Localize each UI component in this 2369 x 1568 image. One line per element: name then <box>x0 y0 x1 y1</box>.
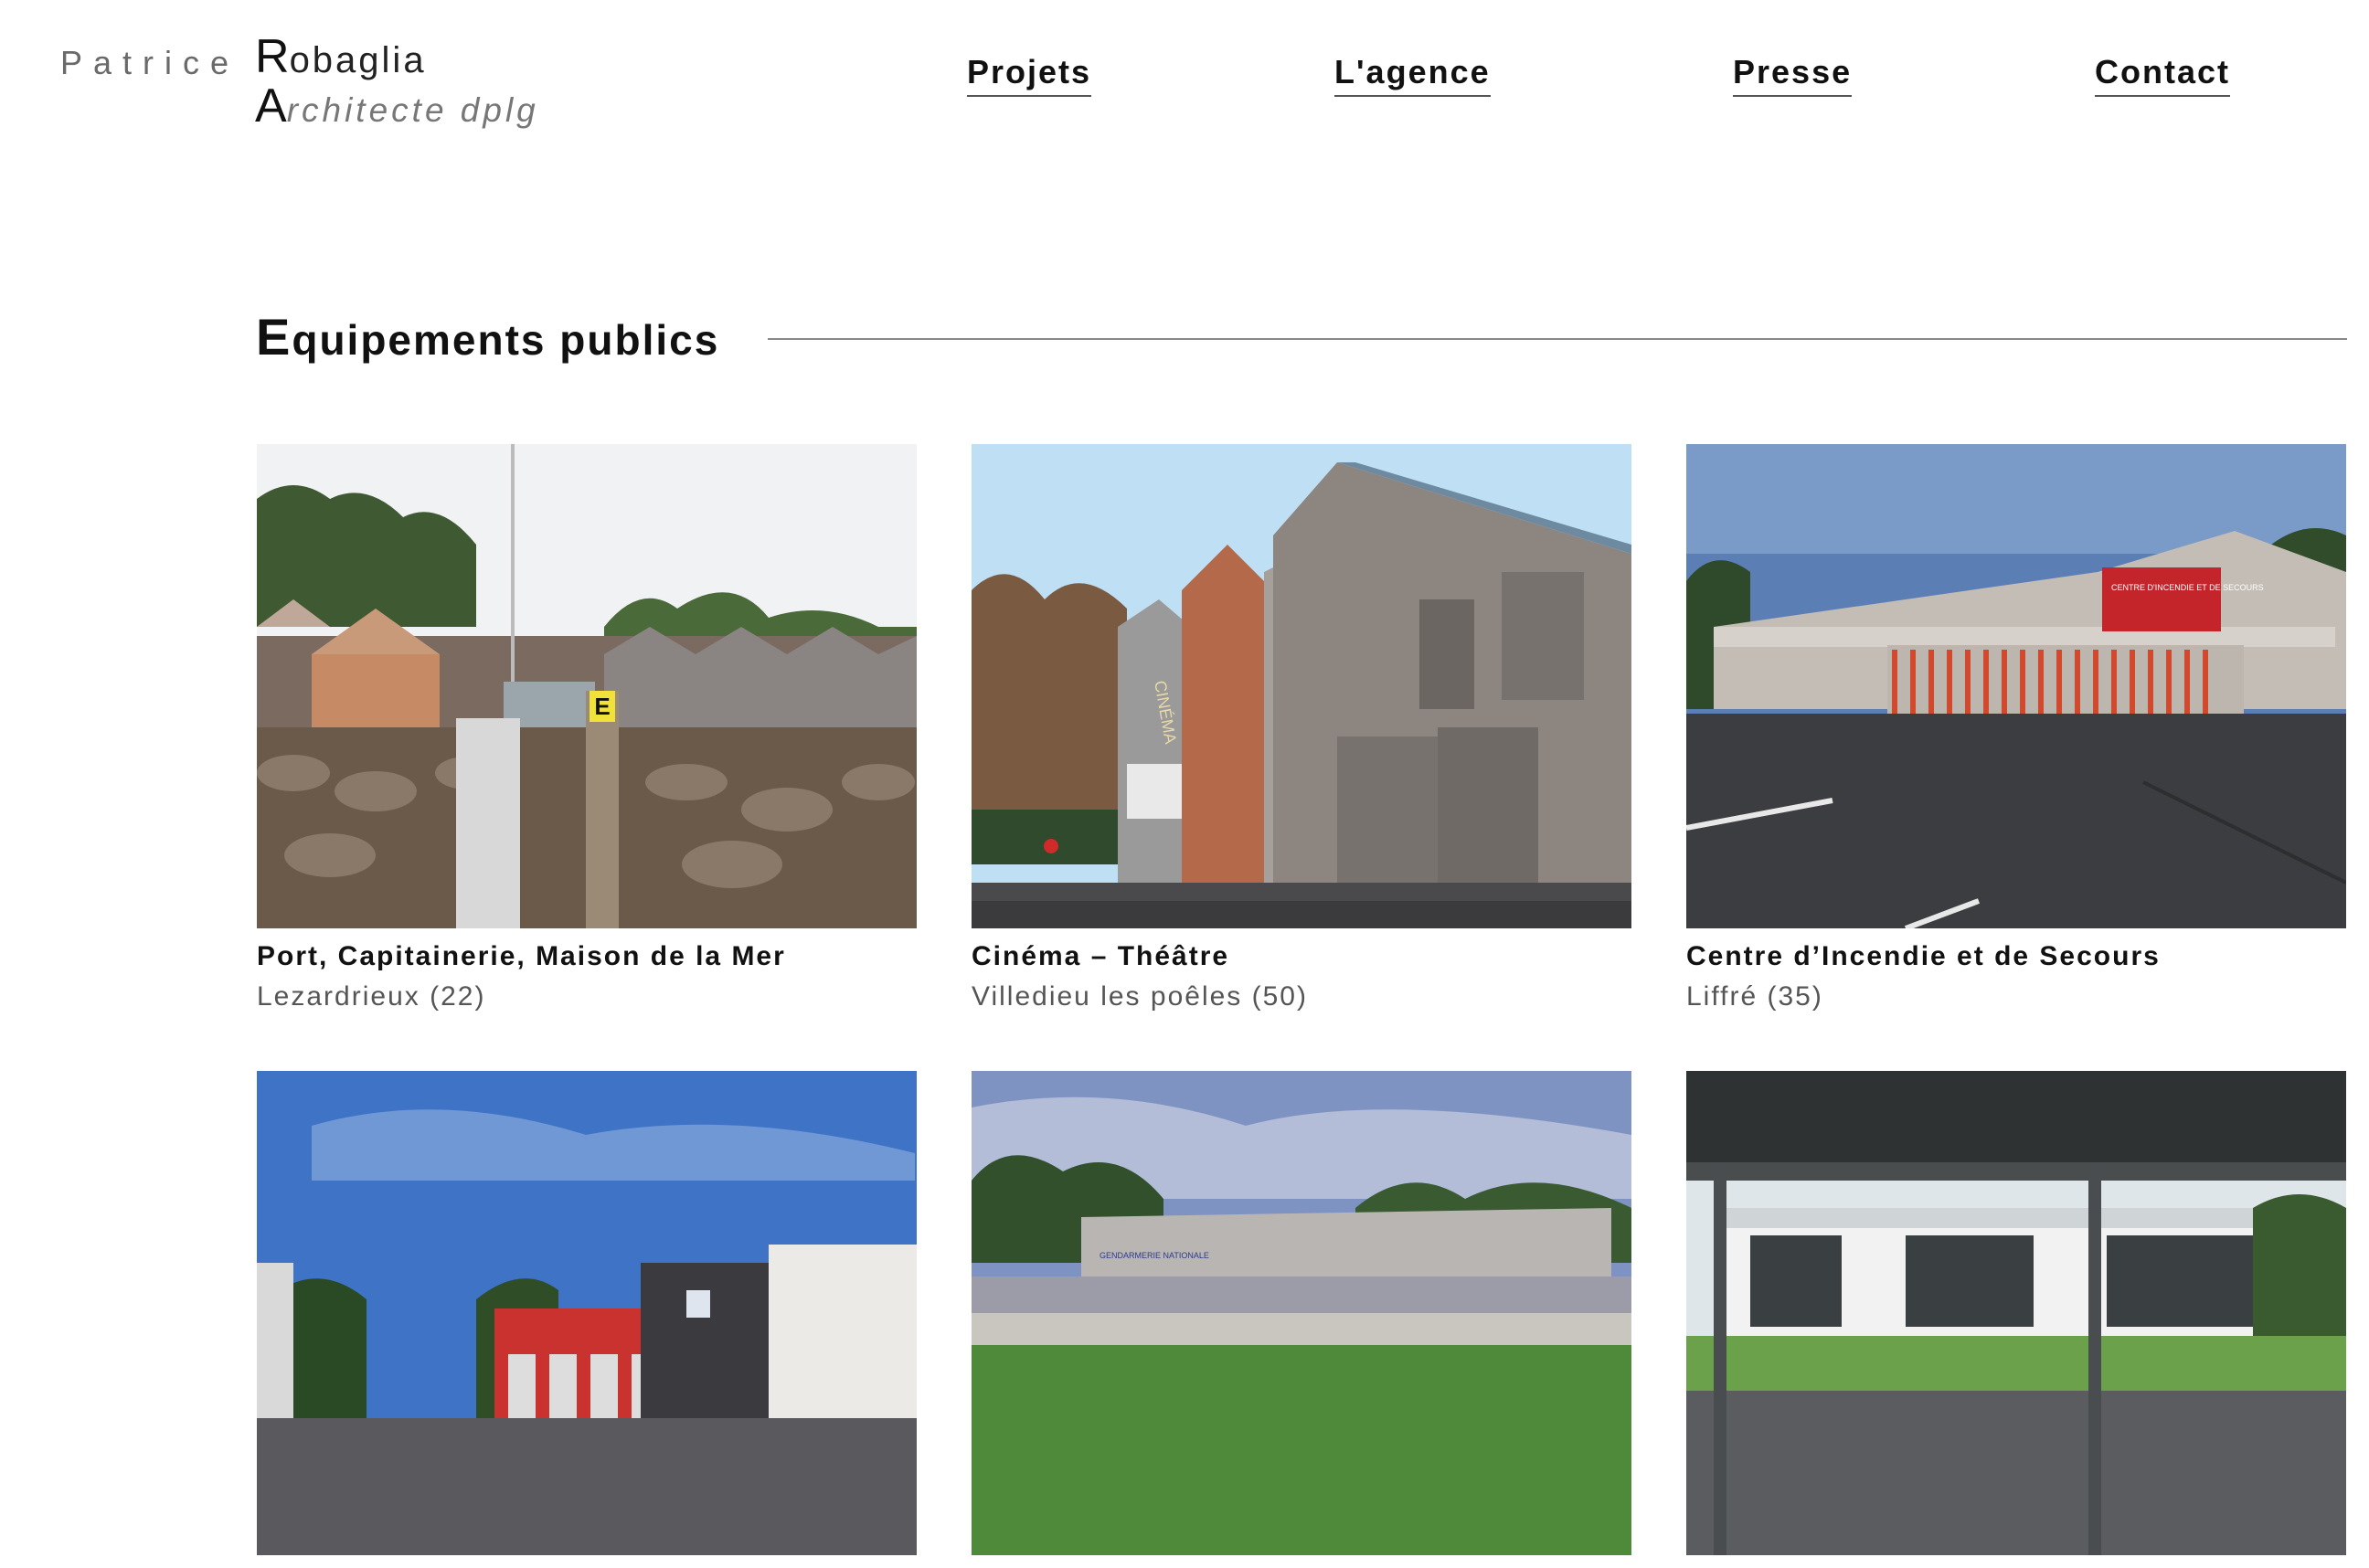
project-thumbnail[interactable]: E <box>257 444 917 928</box>
project-card-4[interactable] <box>257 1071 917 1568</box>
project-thumbnail[interactable]: GENDARMERIE NATIONALE <box>972 1071 1631 1555</box>
project-thumbnail[interactable]: CENTRE D'INCENDIE ET DE SECOURS <box>1686 444 2346 928</box>
project-card-cinema[interactable]: CINÉMA Cinéma – Théâtre Villedieu les po… <box>972 444 1631 1012</box>
project-location: Villedieu les poêles (50) <box>972 981 1308 1012</box>
nav-contact[interactable]: Contact <box>2095 53 2230 97</box>
project-location: Lezardrieux (22) <box>257 981 486 1012</box>
main-nav: Projets L'agence Presse Contact <box>0 53 2369 108</box>
nav-agence[interactable]: L'agence <box>1334 53 1491 97</box>
project-thumbnail[interactable] <box>257 1071 917 1555</box>
project-location: Liffré (35) <box>1686 981 1823 1012</box>
section-divider <box>768 338 2347 340</box>
section-title-initial: E <box>256 308 292 366</box>
project-thumbnail[interactable]: CINÉMA <box>972 444 1631 928</box>
firestation-photo <box>257 1071 917 1555</box>
gendarmerie-photo: GENDARMERIE NATIONALE <box>972 1071 1631 1555</box>
project-title[interactable]: Cinéma – Théâtre <box>972 941 1631 972</box>
cinema-photo: CINÉMA <box>972 444 1631 928</box>
section-title: Equipements publics <box>256 307 719 366</box>
nav-projets[interactable]: Projets <box>967 53 1092 97</box>
gendarmerie-sign: GENDARMERIE NATIONALE <box>1100 1251 1209 1260</box>
project-thumbnail[interactable] <box>1686 1071 2346 1555</box>
nav-presse[interactable]: Presse <box>1733 53 1853 97</box>
project-card-port[interactable]: E Port, Capitainerie, Maison de la Mer L… <box>257 444 917 1012</box>
port-sign-e: E <box>594 693 610 720</box>
project-title[interactable]: Port, Capitainerie, Maison de la Mer <box>257 941 917 972</box>
walkway-photo <box>1686 1071 2346 1555</box>
project-card-5[interactable]: GENDARMERIE NATIONALE <box>972 1071 1631 1568</box>
port-photo: E <box>257 444 917 928</box>
section-title-rest: quipements publics <box>292 316 720 364</box>
incendie-sign: CENTRE D'INCENDIE ET DE SECOURS <box>2111 583 2264 592</box>
project-card-6[interactable] <box>1686 1071 2346 1568</box>
project-card-incendie[interactable]: CENTRE D'INCENDIE ET DE SECOURS Centre d… <box>1686 444 2346 1012</box>
incendie-photo: CENTRE D'INCENDIE ET DE SECOURS <box>1686 444 2346 928</box>
project-title[interactable]: Centre d’Incendie et de Secours <box>1686 941 2346 972</box>
